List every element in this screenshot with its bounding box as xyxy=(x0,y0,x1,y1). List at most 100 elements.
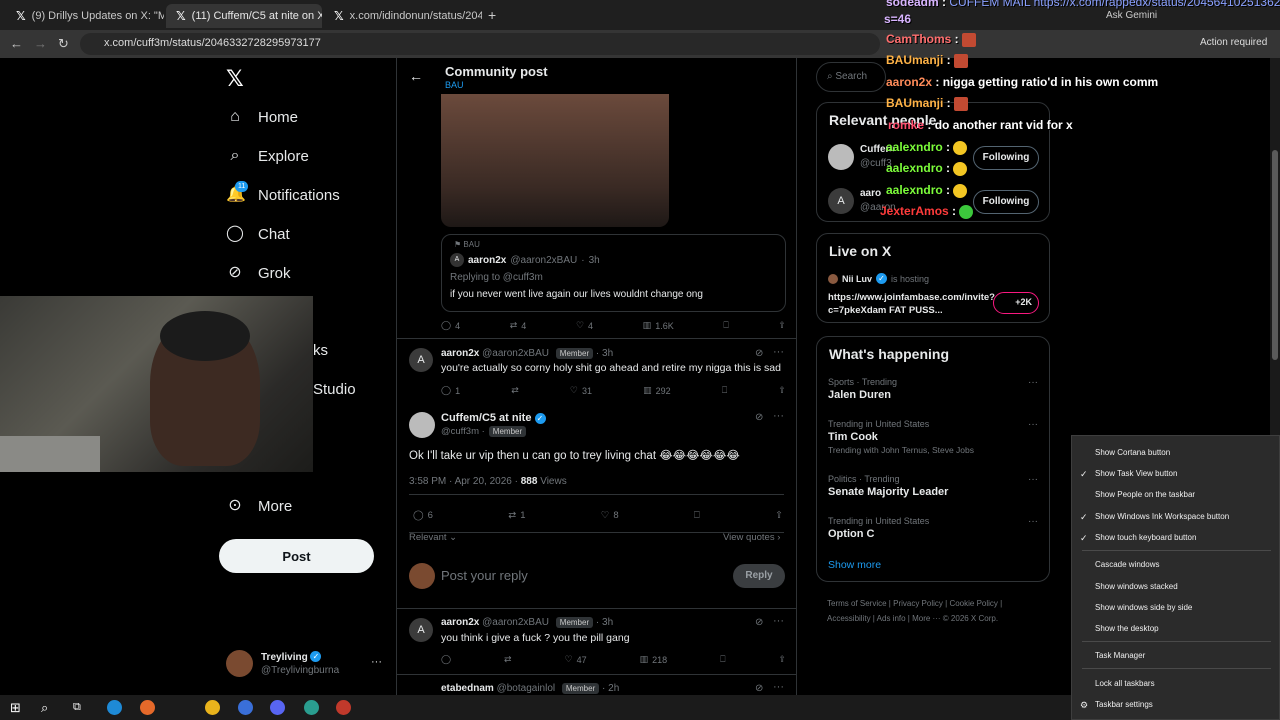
footer-link[interactable]: Cookie Policy xyxy=(949,599,997,608)
nav-item-explore[interactable]: ⌕ Explore xyxy=(226,147,309,165)
browser-tab[interactable]: 𝕏 (9) Drillys Updates on X: "Mob ✕ xyxy=(6,4,164,28)
forward-arrow-icon[interactable]: → xyxy=(34,36,47,51)
app-icon[interactable] xyxy=(238,700,253,715)
footer-link[interactable]: Privacy Policy xyxy=(893,599,943,608)
menu-item-show-people[interactable]: Show People on the taskbar xyxy=(1072,490,1280,499)
footer-link[interactable]: Terms of Service xyxy=(827,599,887,608)
repost-button[interactable]: ⇄ 4 xyxy=(510,320,527,331)
reply-button[interactable]: ◯ xyxy=(441,654,451,665)
more-dots-icon[interactable]: ··· xyxy=(1028,419,1038,430)
nav-item-grok[interactable]: ⊘ Grok xyxy=(226,264,290,282)
share-button[interactable]: ⇪ xyxy=(778,385,786,396)
more-dots-icon[interactable]: ··· xyxy=(773,410,784,422)
like-button[interactable]: ♡ 4 xyxy=(576,320,593,331)
windows-start-icon[interactable]: ⊞ xyxy=(10,700,25,715)
grok-icon[interactable]: ⊘ xyxy=(755,412,763,423)
reply-button[interactable]: ◯ 4 xyxy=(441,320,460,331)
menu-item-show-windows-stacked[interactable]: Show windows stacked xyxy=(1072,582,1280,591)
menu-item-show-side-by-side[interactable]: Show windows side by side xyxy=(1072,603,1280,612)
nav-item-bookmarks-partial[interactable]: ks xyxy=(313,342,328,359)
show-more-link[interactable]: Show more xyxy=(828,559,881,571)
chrome-profile-icon[interactable] xyxy=(304,700,319,715)
trend-item[interactable]: Sports · Trending Jalen Duren ··· xyxy=(828,377,1038,401)
repost-button[interactable]: ⇄ xyxy=(511,385,519,396)
task-view-icon[interactable]: ⧉ xyxy=(73,700,88,715)
more-dots-icon[interactable]: ··· xyxy=(1028,516,1038,527)
new-tab-icon[interactable]: + xyxy=(488,7,496,23)
account-switcher[interactable]: Treyliving ✓ @Treylivingburna ··· xyxy=(226,650,386,677)
repost-button[interactable]: ⇄ xyxy=(504,654,512,665)
author-name[interactable]: aaron2x xyxy=(441,348,479,359)
reply-button[interactable]: ◯ 6 xyxy=(413,510,433,521)
post-button[interactable]: Post xyxy=(219,539,374,573)
grok-icon[interactable]: ⊘ xyxy=(755,617,763,628)
edge-icon[interactable] xyxy=(107,700,122,715)
view-quotes-link[interactable]: View quotes › xyxy=(723,532,780,543)
more-dots-icon[interactable]: ··· xyxy=(773,346,784,358)
bookmark-button[interactable]: ⎕ xyxy=(694,510,700,521)
nav-item-more[interactable]: ⊙ More xyxy=(226,497,292,515)
search-icon[interactable]: ⌕ xyxy=(41,700,56,715)
reply-button[interactable]: Reply xyxy=(733,564,785,588)
avatar[interactable]: A xyxy=(828,188,854,214)
nav-item-home[interactable]: ⌂ Home xyxy=(226,108,298,126)
firefox-icon[interactable] xyxy=(140,700,155,715)
repost-button[interactable]: ⇄ 1 xyxy=(508,510,525,521)
share-button[interactable]: ⇪ xyxy=(778,654,786,665)
menu-item-show-desktop[interactable]: Show the desktop xyxy=(1072,624,1280,633)
more-dots-icon[interactable]: ··· xyxy=(773,681,784,693)
community-name[interactable]: BAU xyxy=(445,80,464,90)
more-dots-icon[interactable]: ··· xyxy=(1028,474,1038,485)
avatar[interactable] xyxy=(828,144,854,170)
grok-icon[interactable]: ⊘ xyxy=(755,348,763,359)
bookmark-button[interactable]: ⎕ xyxy=(722,385,727,396)
back-arrow-icon[interactable]: ← xyxy=(409,68,423,84)
browser-tab-active[interactable]: 𝕏 (11) Cuffem/C5 at nite on X: "( ✕ xyxy=(166,4,322,28)
more-dots-icon[interactable]: ··· xyxy=(773,615,784,627)
menu-item-show-cortana[interactable]: Show Cortana button xyxy=(1072,448,1280,457)
nav-item-studio-partial[interactable]: Studio xyxy=(313,381,356,398)
grok-icon[interactable]: ⊘ xyxy=(755,683,763,694)
browser-tab[interactable]: 𝕏 x.com/idindonun/status/20463 ✕ xyxy=(324,4,482,28)
trend-item[interactable]: Trending in United States Tim Cook Trend… xyxy=(828,419,1038,455)
avatar[interactable] xyxy=(409,412,435,438)
search-input[interactable]: ⌕ Search xyxy=(816,62,886,92)
reload-icon[interactable]: ↻ xyxy=(58,36,69,52)
live-listeners[interactable]: +2K xyxy=(993,292,1039,314)
quoted-post[interactable]: ⚑ BAU A aaron2x @aaron2xBAU · 3h Replyin… xyxy=(441,234,786,312)
live-host-row[interactable]: Nii Luv ✓ is hosting xyxy=(828,273,929,284)
reply-input[interactable]: Post your reply xyxy=(441,568,528,583)
bookmark-button[interactable]: ⎕ xyxy=(720,654,725,665)
more-dots-icon[interactable]: ··· xyxy=(1028,377,1038,388)
obs-icon[interactable] xyxy=(336,700,351,715)
chrome-icon[interactable] xyxy=(205,700,220,715)
author-name[interactable]: Cuffem/C5 at nite xyxy=(441,412,531,424)
share-button[interactable]: ⇪ xyxy=(775,510,783,521)
author-name[interactable]: etabednam xyxy=(441,683,494,694)
sort-dropdown[interactable]: Relevant ⌄ xyxy=(409,532,457,543)
nav-item-notifications[interactable]: 🔔 11 Notifications xyxy=(226,181,340,204)
views-button[interactable]: ▥ 218 xyxy=(640,654,668,665)
url-field[interactable]: x.com/cuff3m/status/2046332728295973177 xyxy=(80,33,880,55)
post-image[interactable] xyxy=(441,94,669,227)
menu-item-taskbar-settings[interactable]: ⚙ Taskbar settings xyxy=(1072,700,1280,710)
trend-item[interactable]: Politics · Trending Senate Majority Lead… xyxy=(828,474,1038,498)
like-button[interactable]: ♡ 8 xyxy=(601,510,619,521)
footer-link[interactable]: More ··· xyxy=(912,614,940,623)
views-button[interactable]: ▥ 1.6K xyxy=(643,320,674,331)
nav-item-chat[interactable]: ◯ Chat xyxy=(226,225,290,243)
views-button[interactable]: ▥ 292 xyxy=(643,385,671,396)
trend-item[interactable]: Trending in United States Option C ··· xyxy=(828,516,1038,540)
like-button[interactable]: ♡ 31 xyxy=(570,385,592,396)
menu-item-show-touch-keyboard[interactable]: ✓ Show touch keyboard button xyxy=(1072,533,1280,543)
back-arrow-icon[interactable]: ← xyxy=(10,36,23,51)
footer-link[interactable]: Accessibility xyxy=(827,614,871,623)
reply-button[interactable]: ◯ 1 xyxy=(441,385,460,396)
share-button[interactable]: ⇪ xyxy=(778,320,786,331)
author-name[interactable]: aaron2x xyxy=(441,617,479,628)
menu-item-cascade-windows[interactable]: Cascade windows xyxy=(1072,560,1280,569)
discord-icon[interactable] xyxy=(270,700,285,715)
avatar[interactable]: A xyxy=(409,618,433,642)
x-logo-icon[interactable]: 𝕏 xyxy=(226,66,244,92)
bookmark-button[interactable]: ⎕ xyxy=(723,320,728,331)
